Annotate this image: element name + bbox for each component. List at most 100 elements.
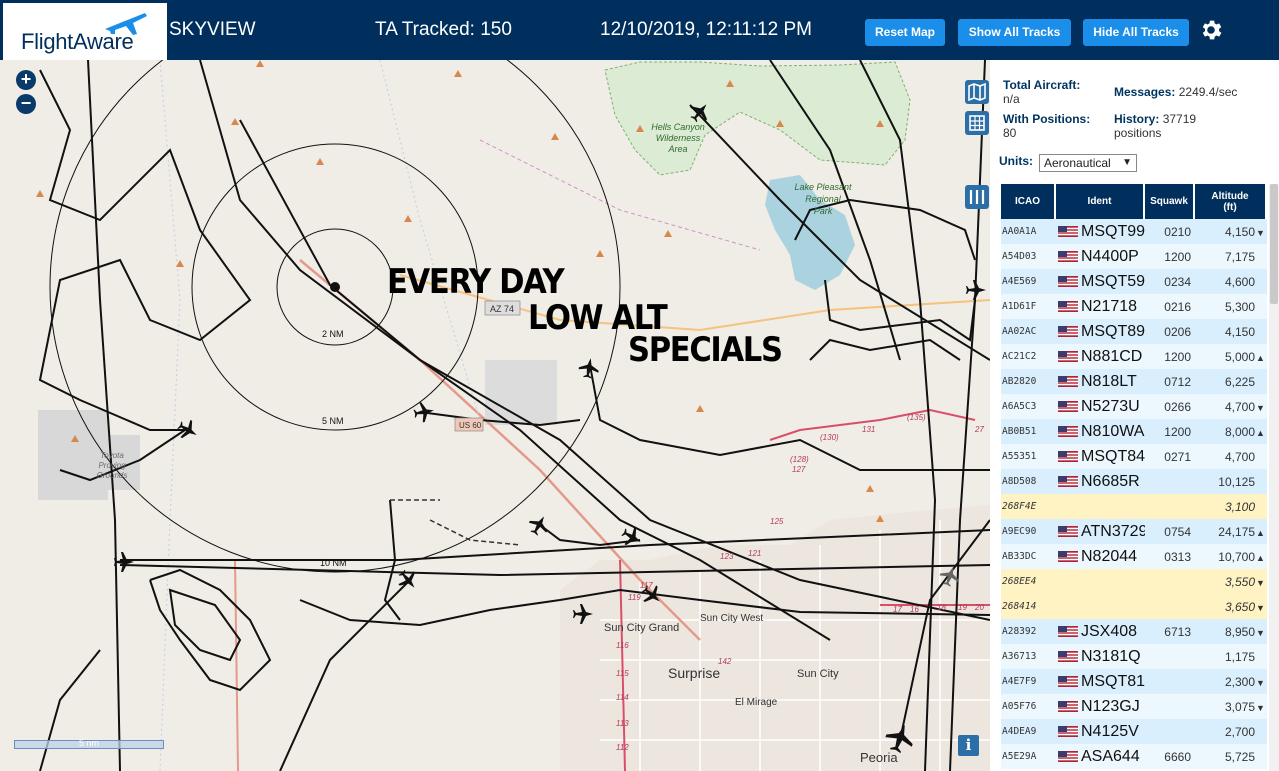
- svg-text:19: 19: [958, 603, 967, 612]
- svg-text:121: 121: [748, 549, 761, 558]
- gear-icon[interactable]: [1198, 17, 1224, 43]
- history-value: 37719: [1162, 112, 1197, 126]
- ident-text: N3181Q: [1081, 647, 1141, 665]
- table-scrollbar-thumb[interactable]: [1270, 184, 1278, 304]
- ident-cell: ASA644: [1056, 744, 1145, 769]
- table-row[interactable]: 268F4E 3,100: [1001, 494, 1267, 519]
- table-row[interactable]: A1D61F N21718 0216 5,300: [1001, 294, 1267, 319]
- zoom-out-button[interactable]: −: [16, 94, 36, 114]
- altitude-cell: 4,150: [1195, 319, 1267, 344]
- ident-text: MSQT997: [1081, 222, 1145, 240]
- table-row[interactable]: A4DEA9 N4125V 2,700: [1001, 719, 1267, 744]
- svg-text:17: 17: [893, 605, 902, 614]
- ident-cell: N21718: [1056, 294, 1145, 319]
- svg-text:Grounds: Grounds: [97, 471, 128, 480]
- table-row[interactable]: A05F76 N123GJ 3,075▼: [1001, 694, 1267, 719]
- ring-label-2nm: 2 NM: [322, 329, 344, 339]
- ident-cell: N82044: [1056, 544, 1145, 569]
- table-row[interactable]: A8D508 N6685R 10,125: [1001, 469, 1267, 494]
- ident-text: ASA644: [1081, 747, 1140, 765]
- table-row[interactable]: AB33DC N82044 0313 10,700▲: [1001, 544, 1267, 569]
- ring-label-10nm: 10 NM: [320, 558, 347, 568]
- units-label: Units:: [999, 154, 1033, 168]
- ident-cell: [1056, 569, 1145, 594]
- table-row[interactable]: 268414 3,650▼: [1001, 594, 1267, 619]
- squawk-cell: 6660: [1145, 744, 1195, 769]
- flightaware-logo[interactable]: FlightAware: [3, 3, 167, 60]
- altitude-cell: 5,300: [1195, 294, 1267, 319]
- ident-cell: JSX408: [1056, 619, 1145, 644]
- altitude-value: 6,225: [1224, 374, 1255, 389]
- squawk-cell: [1145, 719, 1195, 744]
- column-header-ident[interactable]: Ident: [1056, 184, 1145, 219]
- table-row[interactable]: 268EE4 3,550▼: [1001, 569, 1267, 594]
- ident-text: N881CD: [1081, 347, 1143, 365]
- map-info-button[interactable]: i: [958, 735, 979, 756]
- show-all-tracks-button[interactable]: Show All Tracks: [958, 19, 1071, 46]
- table-row[interactable]: AB0B51 N810WA 1200 8,000▲: [1001, 419, 1267, 444]
- us-flag-icon: [1058, 700, 1078, 712]
- ident-text: N123GJ: [1081, 697, 1140, 715]
- svg-text:(130): (130): [820, 433, 839, 442]
- table-row[interactable]: A6A5C3 N5273U 0266 4,700▼: [1001, 394, 1267, 419]
- total-aircraft-label: Total Aircraft:: [1003, 78, 1081, 92]
- total-aircraft-value: n/a: [1003, 92, 1020, 106]
- squawk-cell: 0206: [1145, 319, 1195, 344]
- map-canvas[interactable]: 2 NM 5 NM 10 NM AZ 74 US 60 Hells Canyon…: [0, 60, 990, 771]
- ident-text: MSQT599: [1081, 272, 1145, 290]
- us-flag-icon: [1058, 400, 1078, 412]
- table-row[interactable]: A54D03 N4400P 1200 7,175: [1001, 244, 1267, 269]
- column-header-squawk[interactable]: Squawk: [1145, 184, 1195, 219]
- map-view[interactable]: 2 NM 5 NM 10 NM AZ 74 US 60 Hells Canyon…: [0, 60, 990, 771]
- us-flag-icon: [1058, 475, 1078, 487]
- squawk-cell: 0210: [1145, 219, 1195, 244]
- table-row[interactable]: AB2820 N818LT 0712 6,225: [1001, 369, 1267, 394]
- messages-label: Messages:: [1114, 85, 1176, 99]
- icao-cell: 268F4E: [1001, 494, 1056, 519]
- us-flag-icon: [1058, 325, 1078, 337]
- altitude-value: 10,700: [1218, 549, 1255, 564]
- table-row[interactable]: A36713 N3181Q 1,175: [1001, 644, 1267, 669]
- columns-toggle-button[interactable]: [965, 185, 989, 209]
- map-layer-button[interactable]: [965, 80, 989, 104]
- hide-all-tracks-button[interactable]: Hide All Tracks: [1083, 19, 1189, 46]
- svg-text:Wilderness: Wilderness: [656, 133, 701, 143]
- squawk-cell: 6713: [1145, 619, 1195, 644]
- table-row[interactable]: AA02AC MSQT8950206 4,150: [1001, 319, 1267, 344]
- icao-cell: A4E569: [1001, 269, 1056, 294]
- reset-map-button[interactable]: Reset Map: [865, 19, 945, 46]
- altitude-value: 7,175: [1224, 249, 1255, 264]
- grid-toggle-button[interactable]: [965, 111, 989, 135]
- table-row[interactable]: A5E29A ASA644 6660 5,725: [1001, 744, 1267, 769]
- table-row[interactable]: A9EC90 ATN3729 0754 24,175▲: [1001, 519, 1267, 544]
- icao-cell: A6A5C3: [1001, 394, 1056, 419]
- history-unit: positions: [1114, 126, 1162, 140]
- altitude-trend-icon: ▼: [1256, 702, 1265, 713]
- scale-bar: 5 nm: [14, 738, 164, 749]
- top-bar: FlightAware SKYVIEW TA Tracked: 150 12/1…: [0, 0, 1279, 60]
- column-header-altitude[interactable]: Altitude (ft): [1195, 184, 1267, 219]
- zoom-in-button[interactable]: +: [16, 70, 36, 90]
- aircraft-table-body: AA0A1AMSQT99702104,150▼A54D03N4400P12007…: [1001, 219, 1267, 769]
- table-row[interactable]: AC21C2 N881CD 1200 5,000▲: [1001, 344, 1267, 369]
- us-flag-icon: [1058, 350, 1078, 362]
- svg-text:Park: Park: [814, 206, 833, 216]
- altitude-cell: 5,000▲: [1195, 344, 1267, 369]
- squawk-cell: 0266: [1145, 394, 1195, 419]
- table-row[interactable]: A4E569 MSQT5990234 4,600: [1001, 269, 1267, 294]
- table-row[interactable]: AA0A1AMSQT99702104,150▼: [1001, 219, 1267, 244]
- us-flag-icon: [1058, 550, 1078, 562]
- aircraft-icon: [114, 552, 134, 572]
- table-row[interactable]: A4E7F9 MSQT818 2,300▼: [1001, 669, 1267, 694]
- table-row[interactable]: A28392 JSX408 6713 8,950▼: [1001, 619, 1267, 644]
- wilderness-area: [604, 61, 911, 176]
- svg-text:(135): (135): [907, 413, 926, 422]
- squawk-cell: [1145, 469, 1195, 494]
- units-select[interactable]: Aeronautical ▼: [1039, 154, 1137, 172]
- ident-cell: MSQT997: [1056, 219, 1145, 244]
- svg-text:125: 125: [770, 517, 784, 526]
- column-header-icao[interactable]: ICAO: [1001, 184, 1056, 219]
- messages-value: 2249.4/sec: [1178, 85, 1238, 99]
- table-row[interactable]: A55351 MSQT8430271 4,700: [1001, 444, 1267, 469]
- history-stat: History: 37719 positions: [1114, 112, 1196, 140]
